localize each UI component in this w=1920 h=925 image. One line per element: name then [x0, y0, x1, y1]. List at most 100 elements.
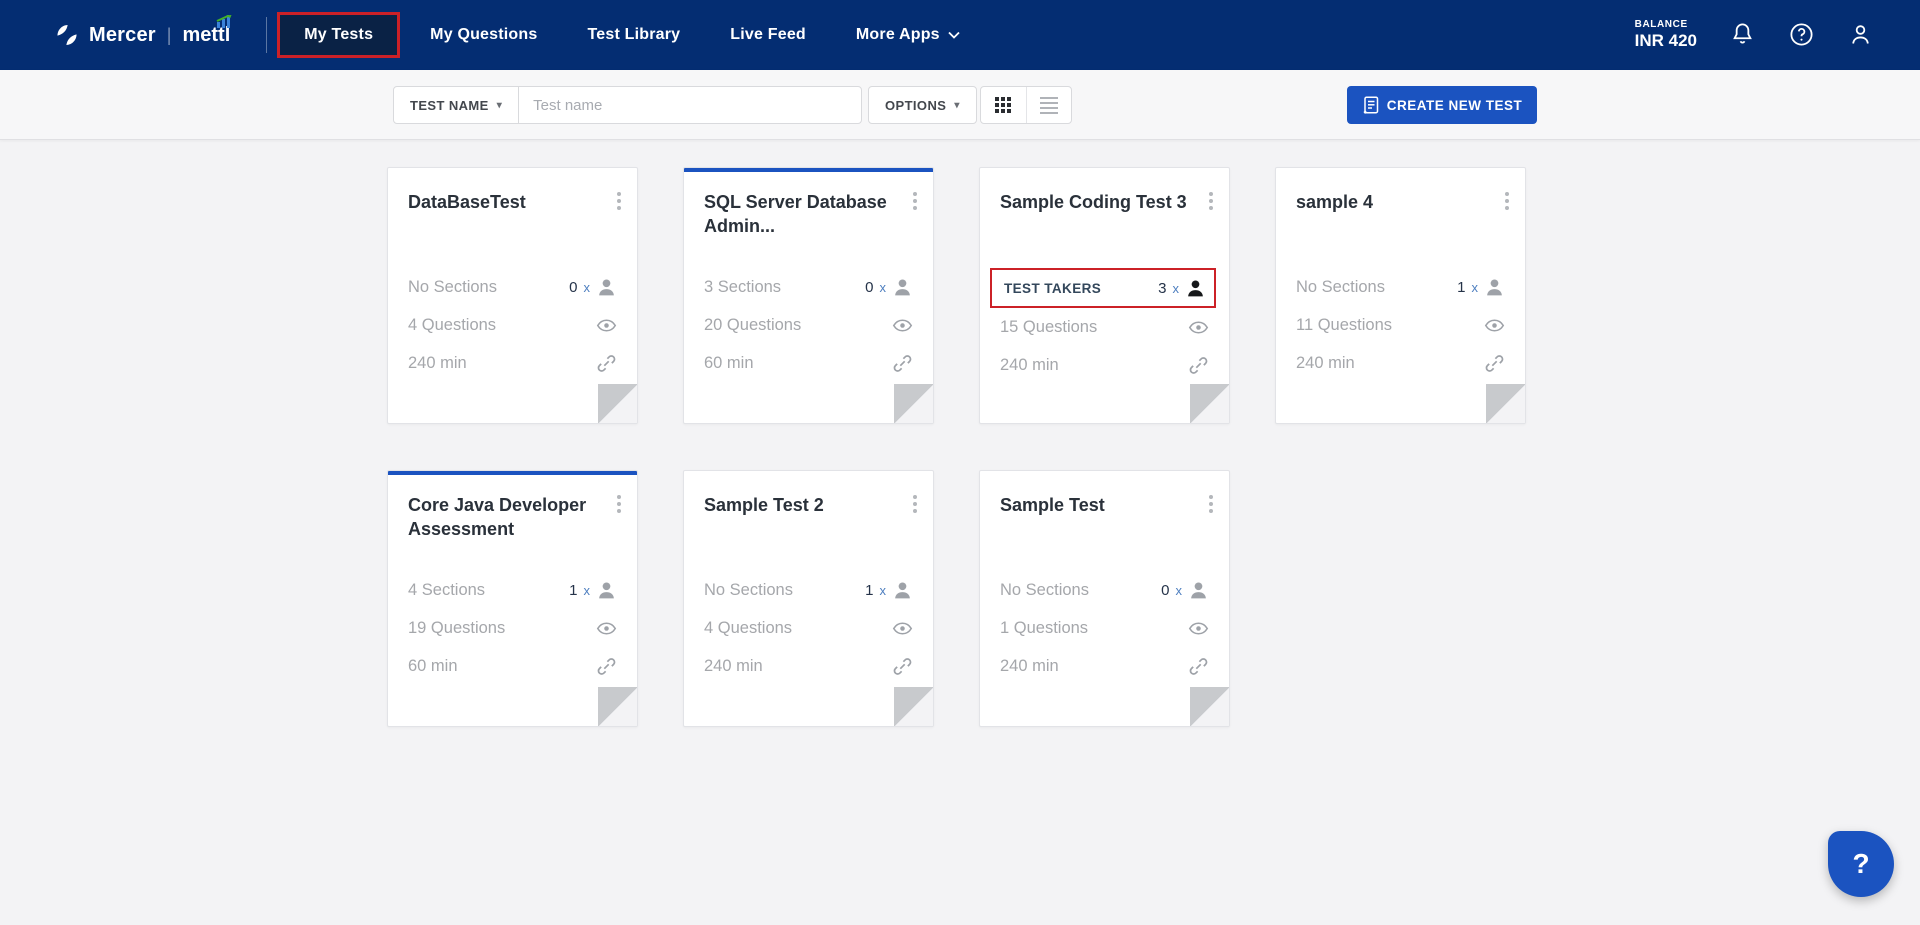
test-card[interactable]: Sample Coding Test 3 TEST TAKERS 3 x 15 …: [979, 167, 1230, 424]
questions-label: 19 Questions: [408, 618, 506, 637]
test-takers-label: TEST TAKERS: [1004, 280, 1102, 296]
list-view-icon: [1039, 96, 1058, 114]
main-nav: My Tests My Questions Test Library Live …: [277, 12, 980, 58]
nav-item-label: Test Library: [587, 26, 681, 43]
nav-item-test-library[interactable]: Test Library: [567, 14, 700, 56]
questions-row: 11 Questions: [1296, 306, 1505, 344]
card-menu-kebab-icon[interactable]: [615, 493, 623, 515]
grid-view-icon: [995, 97, 1012, 113]
card-menu-kebab-icon[interactable]: [615, 190, 623, 212]
person-icon: [1191, 581, 1206, 598]
link-icon[interactable]: [1484, 353, 1505, 374]
sections-test-takers-row[interactable]: 3 Sections 0 x: [704, 268, 913, 306]
test-card[interactable]: Sample Test No Sections 0 x 1 Questions: [979, 470, 1230, 727]
notifications-bell-icon[interactable]: [1729, 21, 1756, 48]
options-dropdown-button[interactable]: OPTIONS ▾: [868, 86, 977, 124]
grid-view-button[interactable]: [981, 87, 1026, 123]
create-button-label: CREATE NEW TEST: [1386, 97, 1523, 113]
test-card[interactable]: Sample Test 2 No Sections 1 x 4 Question…: [683, 470, 934, 727]
sections-label: No Sections: [1296, 277, 1385, 296]
test-takers-count: 0: [1161, 581, 1170, 599]
preview-eye-icon[interactable]: [1188, 618, 1209, 639]
filter-field-dropdown[interactable]: TEST NAME ▾: [394, 87, 520, 123]
times-symbol: x: [1175, 582, 1183, 598]
brand-logo[interactable]: Mercer | mettl: [54, 14, 232, 48]
link-icon[interactable]: [1188, 355, 1209, 376]
nav-item-live-feed[interactable]: Live Feed: [710, 14, 826, 56]
duration-label: 240 min: [1000, 656, 1059, 675]
duration-row: 60 min: [704, 344, 913, 382]
test-takers-count: 1: [569, 581, 578, 599]
sections-test-takers-row[interactable]: No Sections 0 x: [408, 268, 617, 306]
person-icon: [1188, 279, 1203, 296]
person-icon: [895, 581, 910, 598]
preview-eye-icon[interactable]: [892, 315, 913, 336]
help-circle-icon[interactable]: [1788, 21, 1815, 48]
user-account-icon[interactable]: [1847, 21, 1874, 48]
test-takers-count: 0: [865, 278, 874, 296]
preview-eye-icon[interactable]: [596, 618, 617, 639]
times-symbol: x: [583, 279, 591, 295]
nav-item-my-questions[interactable]: My Questions: [410, 14, 557, 56]
sections-test-takers-row[interactable]: No Sections 1 x: [704, 571, 913, 609]
sections-test-takers-row[interactable]: No Sections 0 x: [1000, 571, 1209, 609]
test-title: sample 4: [1296, 192, 1374, 212]
card-menu-kebab-icon[interactable]: [1207, 493, 1215, 515]
test-card[interactable]: Core Java Developer Assessment 4 Section…: [387, 470, 638, 727]
link-icon[interactable]: [596, 353, 617, 374]
link-icon[interactable]: [596, 656, 617, 677]
top-navbar: Mercer | mettl My Tests My Questions Tes…: [0, 0, 1920, 70]
questions-row: 15 Questions: [1000, 308, 1209, 346]
help-fab-button[interactable]: ?: [1828, 831, 1894, 897]
account-balance: BALANCE INR 420: [1635, 19, 1697, 50]
duration-row: 240 min: [704, 647, 913, 685]
questions-label: 11 Questions: [1296, 315, 1393, 334]
nav-item-label: My Tests: [304, 26, 374, 43]
sections-label: No Sections: [704, 580, 793, 599]
times-symbol: x: [1172, 280, 1180, 296]
nav-item-my-tests[interactable]: My Tests: [277, 12, 401, 58]
test-title: Sample Test: [1000, 495, 1105, 515]
card-stats: 3 Sections 0 x 20 Questions 60 min: [704, 268, 913, 382]
test-takers-count-group: 1 x: [865, 580, 913, 601]
card-menu-kebab-icon[interactable]: [911, 190, 919, 212]
nav-item-more-apps[interactable]: More Apps: [836, 14, 980, 56]
preview-eye-icon[interactable]: [596, 315, 617, 336]
test-takers-count-group: 0 x: [1161, 580, 1209, 601]
link-icon[interactable]: [892, 353, 913, 374]
questions-row: 19 Questions: [408, 609, 617, 647]
preview-eye-icon[interactable]: [1484, 315, 1505, 336]
questions-label: 15 Questions: [1000, 317, 1098, 336]
card-stats: No Sections 0 x 4 Questions 240 min: [408, 268, 617, 382]
sections-test-takers-row[interactable]: TEST TAKERS 3 x: [990, 268, 1216, 308]
create-new-test-button[interactable]: CREATE NEW TEST: [1347, 86, 1537, 124]
sections-test-takers-row[interactable]: No Sections 1 x: [1296, 268, 1505, 306]
test-title: Core Java Developer Assessment: [408, 495, 587, 540]
test-takers-count: 3: [1158, 279, 1167, 297]
preview-eye-icon[interactable]: [892, 618, 913, 639]
test-card[interactable]: sample 4 No Sections 1 x 11 Questions 24…: [1275, 167, 1526, 424]
test-takers-count-group: 1 x: [569, 580, 617, 601]
sections-test-takers-row[interactable]: 4 Sections 1 x: [408, 571, 617, 609]
test-card[interactable]: DataBaseTest No Sections 0 x 4 Questions: [387, 167, 638, 424]
questions-row: 4 Questions: [408, 306, 617, 344]
card-stats: 4 Sections 1 x 19 Questions 60 min: [408, 571, 617, 685]
test-title: SQL Server Database Admin...: [704, 192, 887, 237]
questions-row: 20 Questions: [704, 306, 913, 344]
test-name-search-input[interactable]: [519, 87, 861, 123]
card-stats: No Sections 1 x 11 Questions 240 min: [1296, 268, 1505, 382]
list-view-button[interactable]: [1025, 87, 1072, 123]
link-icon[interactable]: [1188, 656, 1209, 677]
duration-row: 240 min: [408, 344, 617, 382]
card-menu-kebab-icon[interactable]: [1207, 190, 1215, 212]
test-takers-count: 1: [1457, 278, 1466, 296]
mettl-chart-icon: [216, 14, 232, 28]
new-document-icon: [1363, 96, 1378, 114]
person-icon: [599, 278, 614, 295]
balance-value: INR 420: [1634, 30, 1697, 50]
link-icon[interactable]: [892, 656, 913, 677]
card-menu-kebab-icon[interactable]: [911, 493, 919, 515]
test-card[interactable]: SQL Server Database Admin... 3 Sections …: [683, 167, 934, 424]
card-menu-kebab-icon[interactable]: [1503, 190, 1511, 212]
preview-eye-icon[interactable]: [1188, 317, 1209, 338]
